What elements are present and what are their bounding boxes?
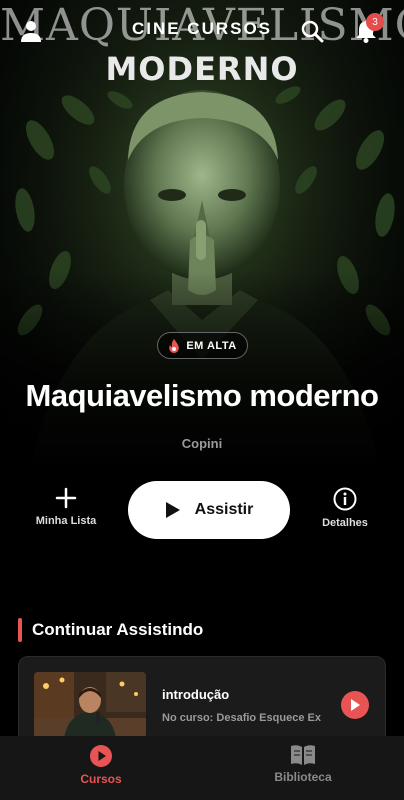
section-accent-bar xyxy=(18,618,22,642)
details-label: Detalhes xyxy=(322,517,368,529)
resume-button[interactable] xyxy=(341,691,369,719)
trending-pill: EM ALTA xyxy=(157,332,248,359)
nav-label-cursos: Cursos xyxy=(80,772,122,786)
bottom-navigation: Cursos Biblioteca xyxy=(0,736,404,800)
my-list-button[interactable]: Minha Lista xyxy=(21,487,111,527)
watch-button[interactable]: Assistir xyxy=(128,481,290,539)
continue-watching-header: Continuar Assistindo xyxy=(18,618,203,642)
nav-item-cursos[interactable]: Cursos xyxy=(41,744,161,786)
book-icon xyxy=(291,745,315,765)
notifications-button[interactable]: 3 xyxy=(354,13,384,43)
plus-icon xyxy=(55,487,77,509)
lesson-course-name: No curso: Desafio Esquece Ex xyxy=(162,712,321,724)
top-bar: CINE CURSOS 3 xyxy=(0,0,404,62)
profile-button[interactable] xyxy=(18,18,44,44)
nav-item-biblioteca[interactable]: Biblioteca xyxy=(243,744,363,784)
play-icon xyxy=(165,502,180,518)
user-icon xyxy=(21,21,41,42)
trending-label: EM ALTA xyxy=(186,339,237,352)
search-button[interactable] xyxy=(299,18,325,44)
info-icon xyxy=(333,487,357,511)
thumbnail-image xyxy=(34,672,146,738)
nav-label-biblioteca: Biblioteca xyxy=(274,770,332,784)
fire-icon xyxy=(169,338,180,353)
section-title: Continuar Assistindo xyxy=(32,620,204,639)
play-icon xyxy=(351,699,360,711)
notification-badge: 3 xyxy=(366,13,384,31)
watch-label: Assistir xyxy=(194,501,254,518)
lesson-thumbnail xyxy=(34,672,146,738)
play-circle-icon xyxy=(90,745,112,767)
course-title: Maquiavelismo moderno xyxy=(25,378,379,413)
details-button[interactable]: Detalhes xyxy=(300,487,390,529)
lesson-title: introdução xyxy=(162,687,230,702)
search-icon xyxy=(301,20,324,43)
course-author[interactable]: Copini xyxy=(0,436,404,451)
my-list-label: Minha Lista xyxy=(35,515,97,527)
brand-logo[interactable]: CINE CURSOS xyxy=(0,19,404,39)
